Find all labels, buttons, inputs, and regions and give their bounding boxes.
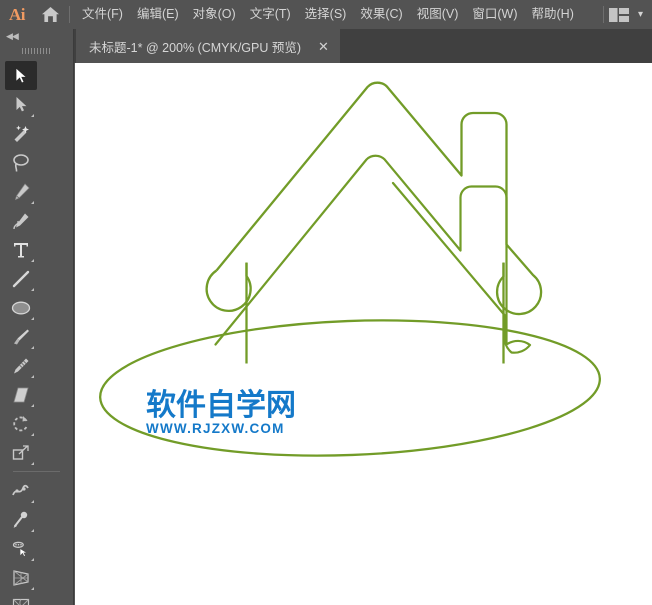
eraser-tool[interactable] [5,380,37,409]
paintbrush-tool[interactable] [5,322,37,351]
mesh-tool[interactable] [5,592,37,605]
menu-type[interactable]: 文字(T) [243,0,298,29]
document-tab-bar: 未标题-1* @ 200% (CMYK/GPU 预览) ✕ [0,29,652,63]
menu-edit[interactable]: 编辑(E) [130,0,186,29]
tool-flyout-indicator [31,288,34,291]
tool-flyout-indicator [31,587,34,590]
tool-flyout-indicator [31,433,34,436]
magic-wand-tool[interactable] [5,119,37,148]
scale-tool[interactable] [5,438,37,467]
canvas-artboard[interactable]: 软件自学网 WWW.RJZXW.COM [75,63,652,605]
tool-flyout-indicator [31,500,34,503]
menu-separator-right [602,6,604,23]
app-logo: Ai [9,4,26,24]
collapse-panel-icon[interactable]: ◀◀ [0,29,73,44]
close-icon[interactable]: ✕ [315,40,332,53]
tool-flyout-indicator [31,259,34,262]
shape-builder-tool[interactable] [5,534,37,563]
house-roof-path [214,154,532,354]
shaper-pencil-tool[interactable] [5,351,37,380]
menu-object[interactable]: 对象(O) [186,0,243,29]
chevron-down-icon[interactable]: ▾ [638,9,643,20]
lasso-tool[interactable] [5,148,37,177]
roof-left-corner [205,263,252,312]
tool-section-separator [13,471,60,472]
type-tool[interactable] [5,235,37,264]
curvature-tool[interactable] [5,206,37,235]
document-tab-title: 未标题-1* @ 200% (CMYK/GPU 预览) [89,40,302,55]
tools-panel: ◀◀ [0,29,74,605]
direct-selection-tool[interactable] [5,90,37,119]
menu-effect[interactable]: 效果(C) [353,0,409,29]
workspace-switcher-icon[interactable] [608,7,629,22]
tool-flyout-indicator [31,462,34,465]
tool-flyout-indicator [31,346,34,349]
home-icon[interactable] [34,0,66,29]
panel-drag-grip[interactable] [0,44,73,58]
free-transform-tool[interactable] [5,505,37,534]
tool-flyout-indicator [31,201,34,204]
ellipse-tool[interactable] [5,293,37,322]
roof-path [215,81,543,316]
perspective-grid-tool[interactable] [5,563,37,592]
tool-flyout-indicator [31,529,34,532]
menu-select[interactable]: 选择(S) [298,0,354,29]
menu-items: 文件(F) 编辑(E) 对象(O) 文字(T) 选择(S) 效果(C) 视图(V… [75,0,581,29]
menu-bar: Ai 文件(F) 编辑(E) 对象(O) 文字(T) 选择(S) 效果(C) 视… [0,0,652,29]
menu-file[interactable]: 文件(F) [75,0,130,29]
tool-flyout-indicator [31,404,34,407]
rotate-tool[interactable] [5,409,37,438]
line-segment-tool[interactable] [5,264,37,293]
ground-ellipse [99,319,601,457]
width-warp-tool[interactable] [5,476,37,505]
menu-window[interactable]: 窗口(W) [465,0,524,29]
menu-view[interactable]: 视图(V) [410,0,466,29]
tool-grid [0,58,73,605]
document-tab[interactable]: 未标题-1* @ 200% (CMYK/GPU 预览) ✕ [76,29,340,63]
tool-flyout-indicator [31,558,34,561]
selection-tool[interactable] [5,61,37,90]
menu-help[interactable]: 帮助(H) [525,0,581,29]
pen-tool[interactable] [5,177,37,206]
vector-artwork[interactable] [75,63,652,605]
tool-flyout-indicator [31,317,34,320]
tool-flyout-indicator [31,114,34,117]
menu-separator [69,6,70,23]
menu-bar-right: ▾ [600,0,652,29]
illustrator-window: Ai 文件(F) 编辑(E) 对象(O) 文字(T) 选择(S) 效果(C) 视… [0,0,652,605]
tool-flyout-indicator [31,375,34,378]
